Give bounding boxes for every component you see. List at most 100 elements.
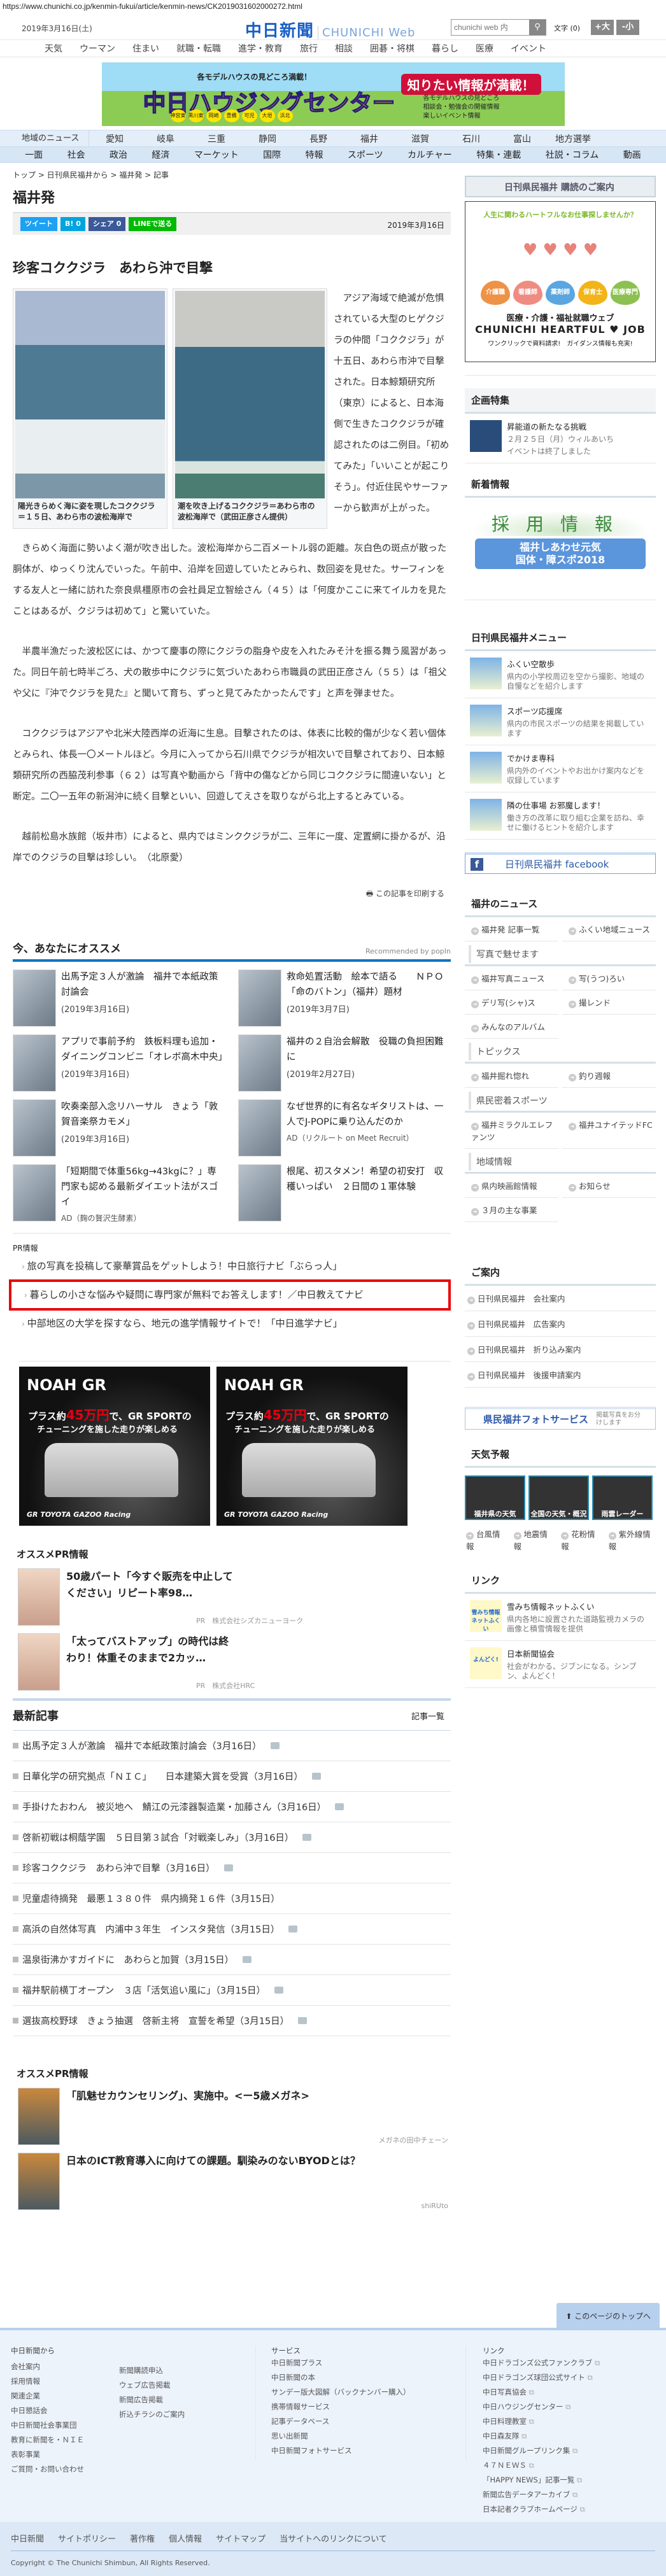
noah-ad[interactable]: NOAH GR プラス約45万円で、GR SPORTの チューニングを施した走りが楽…: [19, 1367, 210, 1526]
footer-link[interactable]: 中日新聞社会事業団: [11, 2421, 77, 2430]
footer-link[interactable]: 記事データベース: [271, 2417, 329, 2426]
article-photo-1[interactable]: 陽光きらめく海に姿を現したコククジラ＝１５日、あわら市の波松海岸で: [13, 288, 167, 529]
region-nav-item[interactable]: 三重: [191, 132, 242, 145]
menu-item[interactable]: 隣の仕事場 お邪魔します！ 働き方の改革に取り組む企業を訪ね、幸せに働けるヒントを…: [465, 792, 656, 840]
category-nav-item[interactable]: 社会: [67, 148, 85, 161]
facebook-link[interactable]: f 日刊県民福井 facebook: [465, 852, 656, 874]
footer-link[interactable]: 関連企業: [11, 2391, 40, 2400]
global-nav-item[interactable]: ウーマン: [80, 42, 115, 55]
weather-tile[interactable]: 福井県の天気: [465, 1475, 525, 1520]
region-nav-item[interactable]: 地方選挙: [548, 132, 599, 145]
category-nav-item[interactable]: 国際: [263, 148, 281, 161]
latest-article-item[interactable]: 珍客コククジラ あわら沖で目撃（3月16日）: [13, 1853, 451, 1883]
footer-link[interactable]: ウェブ広告掲載: [119, 2381, 171, 2389]
breadcrumb[interactable]: トップ > 日刊県民福井から > 福井発 > 記事: [13, 169, 451, 180]
guide-link[interactable]: 日刊県民福井 折り込み案内: [465, 1337, 656, 1362]
news-link[interactable]: ふくい地域ニュース: [562, 917, 656, 941]
weather-tile[interactable]: 雨雲レーダー: [592, 1475, 653, 1520]
menu-item[interactable]: でかけま専科 県内外のイベントやお出かけ案内などを収録しています: [465, 745, 656, 792]
menu-item[interactable]: ふくい空散歩 県内の小学校周辺を空から撮影、地域の自慢などを紹介します: [465, 651, 656, 698]
font-larger-button[interactable]: +大: [591, 20, 614, 35]
category-nav-item[interactable]: 動画: [623, 148, 641, 161]
news-link[interactable]: 福井発 記事一覧: [465, 917, 558, 941]
menu-item[interactable]: スポーツ応援席 県内の市民スポーツの結果を掲載しています: [465, 698, 656, 745]
article-list-link[interactable]: 記事一覧: [411, 1710, 444, 1722]
pr-link[interactable]: 旅の写真を投稿して豪華賞品をゲットしよう！中日旅行ナビ「ぶらっ人」: [13, 1253, 451, 1279]
footer-link[interactable]: 思い出新聞: [271, 2432, 308, 2440]
news-link[interactable]: 釣り週報: [562, 1064, 656, 1088]
pr-link[interactable]: 中部地区の大学を探すなら、地元の進学情報サイトで！「中日進学ナビ」: [13, 1311, 451, 1337]
global-nav-item[interactable]: イベント: [511, 42, 546, 55]
footer-bottom-link[interactable]: 当サイトへのリンクについて: [280, 2532, 387, 2544]
sponsored-item[interactable]: 50歳パート「今すぐ販売を中止してください」リピート率98… PR 株式会社シズカ…: [18, 1568, 451, 1626]
latest-article-item[interactable]: 児童虐待摘発 最悪１３８０件 県内摘発１６件（3月15日）: [13, 1883, 451, 1914]
recommend-item[interactable]: アプリで事前予約 鉄板料理も追加・ダイニングコンビニ「オレボ高木中央」 (2019…: [13, 1034, 227, 1095]
news-link[interactable]: 福井写真ニュース: [465, 966, 558, 990]
latest-article-item[interactable]: 温泉街沸かすガイドに あわらと加賀（3月15日）: [13, 1945, 451, 1975]
category-nav-item[interactable]: 一面: [25, 148, 43, 161]
recommend-item[interactable]: 福井の２自治会解散 役職の負担困難に (2019年2月27日): [238, 1034, 451, 1095]
footer-link[interactable]: 教育に新聞を・ＮＩＥ: [11, 2435, 84, 2444]
recommend-item[interactable]: 根尾、初スタメン！希望の初安打 収穫いっぱい ２日間の１軍体験: [238, 1164, 451, 1225]
region-nav-item[interactable]: 福井: [344, 132, 395, 145]
facebook-share-button[interactable]: シェア 0: [88, 217, 126, 231]
footer-link[interactable]: ４７ＮＥＷＳ: [483, 2461, 527, 2470]
footer-link[interactable]: 中日新聞の本: [271, 2373, 315, 2382]
search-input[interactable]: [451, 20, 529, 35]
latest-article-item[interactable]: 福井駅前横丁オープン ３店「活気追い風に」（3月15日）: [13, 1975, 451, 2006]
footer-link[interactable]: 会社案内: [11, 2362, 40, 2371]
global-nav-item[interactable]: 進学・教育: [238, 42, 283, 55]
recruit-banner[interactable]: 採用情報 福井しあわせ元気 国体・障スポ2018: [471, 510, 649, 581]
latest-article-item[interactable]: 手掛けたおわん 被災地へ 鯖江の元漆器製造業・加藤さん（3月16日）: [13, 1792, 451, 1822]
global-nav-item[interactable]: 相談: [335, 42, 353, 55]
news-link[interactable]: みんなのアルバム: [465, 1015, 558, 1039]
external-link-item[interactable]: よんどく! 日本新聞協会 社会がわかる、ジブンになる。シンブン、よんどく！: [465, 1641, 656, 1688]
footer-link[interactable]: 中日ドラゴンズ球団公式サイト: [483, 2373, 585, 2382]
font-smaller-button[interactable]: -小: [616, 20, 639, 35]
footer-bottom-link[interactable]: 著作権: [130, 2532, 155, 2544]
news-link[interactable]: お知らせ: [562, 1174, 656, 1198]
footer-link[interactable]: 新聞購読申込: [119, 2366, 163, 2375]
footer-link[interactable]: 新聞広告掲載: [119, 2395, 163, 2404]
footer-link[interactable]: 新聞広告データアーカイブ: [483, 2490, 570, 2499]
photo-service-banner[interactable]: 県民福井フォトサービス 掲載写真をお分けします: [465, 1407, 656, 1430]
address-bar[interactable]: https://www.chunichi.co.jp/kenmin-fukui/…: [0, 0, 666, 14]
guide-link[interactable]: 日刊県民福井 会社案内: [465, 1286, 656, 1311]
news-link[interactable]: 写(うつ)ろい: [562, 966, 656, 990]
footer-bottom-link[interactable]: 個人情報: [169, 2532, 202, 2544]
external-link-item[interactable]: 雪みち情報ネットふくい 雪みち情報ネットふくい 県内各地に設置された道路監視カメラの…: [465, 1594, 656, 1641]
global-nav-item[interactable]: 天気: [45, 42, 62, 55]
guide-link[interactable]: 日刊県民福井 広告案内: [465, 1311, 656, 1337]
heartful-job-ad[interactable]: 人生に関わるハートフルなお仕事探しませんか？ ♥ ♥ ♥ ♥ 介護職 看護師 薬剤師…: [465, 201, 656, 362]
recommend-item[interactable]: なぜ世界的に有名なギタリストは、一人でJ-POPに乗り込んだのか AD（リクルート…: [238, 1099, 451, 1160]
latest-article-item[interactable]: 日華化学の研究拠点「ＮＩＣ」 日本建築大賞を受賞（3月16日）: [13, 1761, 451, 1792]
footer-bottom-link[interactable]: 中日新聞: [11, 2532, 44, 2544]
sponsored-item[interactable]: 「太ってバストアップ」の時代は終わり！体重そのままで2カッ… PR 株式会社HRC: [18, 1633, 451, 1691]
recommend-item[interactable]: 救命処置活動 絵本で語る ＮＰＯ「命のバトン」（福井）題材 (2019年3月7日): [238, 969, 451, 1031]
subscribe-banner[interactable]: 日刊県民福井 購読のご案内: [465, 176, 656, 197]
category-nav-item[interactable]: 経済: [152, 148, 169, 161]
news-link[interactable]: 福井掘れ惚れ: [465, 1064, 558, 1088]
category-nav-item[interactable]: 政治: [110, 148, 127, 161]
category-nav-item[interactable]: 社説・コラム: [546, 148, 599, 161]
footer-link[interactable]: 中日写真協会: [483, 2388, 527, 2397]
footer-link[interactable]: 「HAPPY NEWS」記事一覧: [483, 2475, 574, 2484]
news-link[interactable]: 福井ユナイテッドFC: [562, 1113, 656, 1149]
category-nav-item[interactable]: スポーツ: [348, 148, 383, 161]
region-nav-item[interactable]: 愛知: [89, 132, 140, 145]
category-nav-item[interactable]: 特報: [306, 148, 323, 161]
search-icon[interactable]: ⚲: [529, 20, 546, 35]
region-nav-item[interactable]: 富山: [497, 132, 548, 145]
latest-article-item[interactable]: 選抜高校野球 きょう抽選 啓新主将 宣誓を希望（3月15日）: [13, 2006, 451, 2036]
news-link[interactable]: 撮レンド: [562, 990, 656, 1015]
site-logo[interactable]: 中日新聞 CHUNICHI Web: [245, 18, 416, 41]
global-nav-item[interactable]: 旅行: [300, 42, 318, 55]
footer-link[interactable]: 日本記者クラブホームページ: [483, 2505, 577, 2514]
footer-link[interactable]: 中日ドラゴンズ公式ファンクラブ: [483, 2358, 592, 2367]
news-link[interactable]: ３月の主な事業: [465, 1198, 558, 1222]
weather-link[interactable]: 地震情報: [513, 1525, 554, 1552]
housing-center-banner[interactable]: 各モデルハウスの見どころ満載！ 中日ハウジングセンター 知りたい情報が満載！ 各…: [101, 62, 565, 126]
print-link[interactable]: 🖶 この記事を印刷する: [13, 888, 451, 901]
category-nav-item[interactable]: カルチャー: [407, 148, 452, 161]
global-nav-item[interactable]: 住まい: [132, 42, 159, 55]
